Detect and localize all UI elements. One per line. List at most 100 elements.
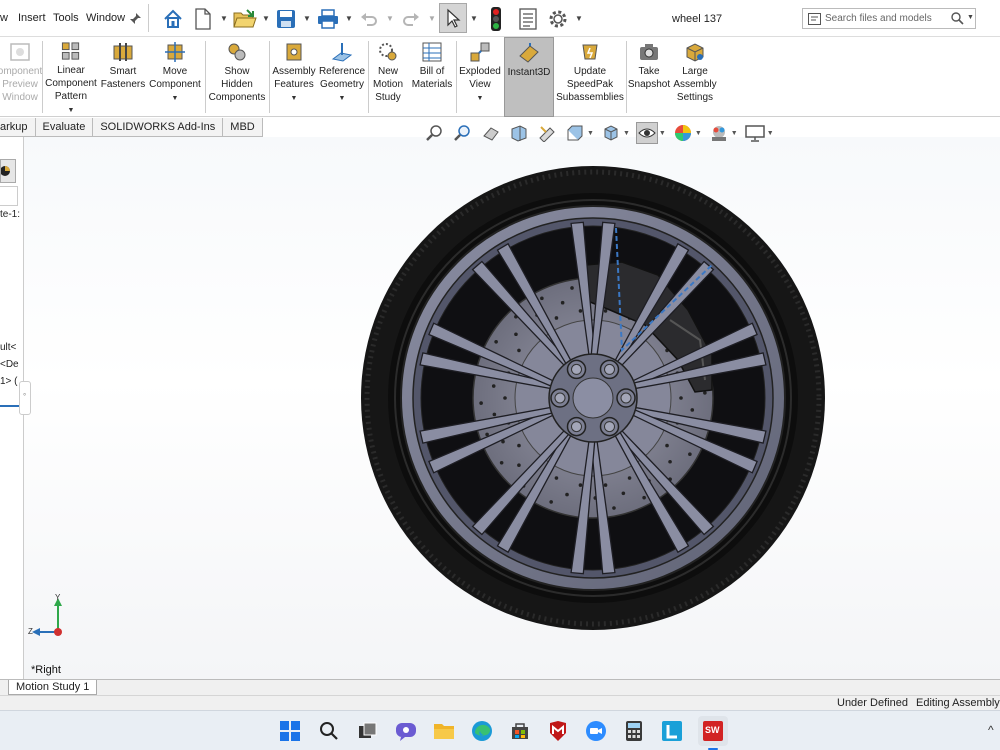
tab-evaluate[interactable]: Evaluate: [35, 118, 94, 137]
chevron-down-icon[interactable]: ▼: [172, 92, 179, 105]
tree-item[interactable]: 1> (: [0, 376, 18, 387]
brake-disc-hole: [603, 483, 608, 487]
brake-disc-hole: [578, 309, 583, 313]
store-icon[interactable]: [508, 719, 532, 743]
apply-scene-icon[interactable]: [708, 122, 730, 144]
brake-disc-hole: [517, 463, 521, 467]
menu-window[interactable]: Window: [86, 12, 125, 24]
menu-view-partial[interactable]: w: [0, 12, 8, 24]
instant3d-label: Instant3D: [507, 67, 551, 78]
search-icon[interactable]: [317, 719, 341, 743]
l-app-icon[interactable]: [660, 719, 684, 743]
brake-disc-hole: [554, 316, 559, 320]
take-snapshot-button[interactable]: Take Snapshot: [628, 37, 670, 117]
tab-mbd[interactable]: MBD: [223, 118, 263, 137]
triad-y-label: Y: [55, 594, 61, 602]
show-hidden-components-button[interactable]: Show Hidden Components: [207, 37, 267, 117]
calculator-icon[interactable]: [622, 719, 646, 743]
brake-disc-hole: [492, 412, 497, 417]
solidworks-window: w Insert Tools Window ▼ ▼ ▼ ▼ ▼ ▼ ▼ ▼ wh…: [0, 0, 1000, 750]
zoom-area-icon[interactable]: [452, 122, 474, 144]
assembly-features-button[interactable]: Assembly Features ▼: [271, 37, 317, 117]
brake-disc-hole: [517, 348, 521, 353]
tab-solidworks-add-ins[interactable]: SOLIDWORKS Add-Ins: [93, 118, 224, 137]
move-component-button[interactable]: Move Component ▼: [148, 37, 202, 117]
windows-start-icon[interactable]: [278, 719, 302, 743]
brake-disc-hole: [479, 401, 483, 405]
update-speedpak-button[interactable]: Update SpeedPak Subassemblies: [556, 37, 624, 117]
chevron-down-icon[interactable]: ▼: [339, 92, 346, 105]
exploded-view-button[interactable]: Exploded View ▼: [458, 37, 502, 117]
motion-study-tabs: Motion Study 1: [0, 679, 1000, 695]
linear-component-pattern-button[interactable]: Linear Component Pattern ▼: [44, 37, 98, 117]
wheel-model[interactable]: [340, 150, 850, 650]
solidworks-icon[interactable]: SW: [698, 716, 728, 746]
brake-disc-hole: [668, 459, 672, 464]
status-mode: Editing Assembly: [916, 697, 1000, 709]
lug-nut-center: [571, 421, 582, 433]
brake-disc-hole: [517, 443, 521, 448]
brake-disc-hole: [565, 492, 569, 497]
large-assembly-settings-button[interactable]: Large Assembly Settings: [672, 37, 718, 117]
chevron-up-icon[interactable]: ^: [988, 723, 994, 737]
exploded-view-label: Exploded View: [459, 66, 501, 90]
options-gear-icon[interactable]: [546, 5, 570, 32]
print-icon[interactable]: [316, 5, 340, 32]
edit-appearance-icon[interactable]: [672, 122, 694, 144]
brake-disc-hole: [621, 491, 626, 496]
home-icon[interactable]: [160, 5, 186, 32]
view-settings-icon[interactable]: [744, 122, 766, 144]
search-dropdown-icon[interactable]: ▼: [967, 14, 974, 21]
bill-of-materials-button[interactable]: Bill of Materials: [410, 37, 454, 117]
smart-fasteners-icon: [113, 43, 133, 61]
view-orientation-icon[interactable]: [564, 122, 586, 144]
open-icon[interactable]: [232, 5, 258, 32]
new-motion-study-button[interactable]: New Motion Study: [370, 37, 406, 117]
component-preview-window-button[interactable]: omponent Preview Window: [0, 37, 42, 117]
panel-expander[interactable]: °: [19, 381, 31, 415]
instant3d-button[interactable]: Instant3D: [504, 37, 554, 117]
zoom-icon[interactable]: [584, 719, 608, 743]
display-manager-tab[interactable]: [0, 159, 16, 183]
select-arrow-icon[interactable]: [439, 3, 467, 33]
reference-geometry-button[interactable]: Reference Geometry ▼: [319, 37, 365, 117]
file-explorer-icon[interactable]: [432, 719, 456, 743]
zoom-to-fit-icon[interactable]: [424, 122, 446, 144]
tree-item[interactable]: <De: [0, 359, 19, 370]
section-view-icon[interactable]: [508, 122, 530, 144]
tree-item[interactable]: te-1:: [0, 209, 20, 220]
search-input[interactable]: Search files and models: [825, 13, 932, 24]
pin-icon[interactable]: [128, 5, 142, 32]
search-scope-icon: [808, 13, 821, 28]
reference-geometry-icon: [331, 43, 353, 62]
dynamic-annotation-icon[interactable]: [536, 122, 558, 144]
brake-disc-hole: [499, 460, 504, 465]
hide-show-icon[interactable]: [635, 122, 658, 144]
view-orientation-label: *Right: [31, 664, 61, 676]
chevron-down-icon[interactable]: ▼: [68, 104, 75, 117]
previous-view-icon[interactable]: [480, 122, 502, 144]
menu-tools[interactable]: Tools: [53, 12, 79, 24]
search-icon[interactable]: [951, 12, 964, 28]
traffic-light-icon[interactable]: [486, 5, 506, 32]
document-title: wheel 137: [672, 13, 723, 25]
chevron-down-icon[interactable]: ▼: [477, 92, 484, 105]
move-component-label: Move Component: [149, 66, 201, 90]
menu-insert[interactable]: Insert: [18, 12, 46, 24]
file-properties-icon[interactable]: [516, 5, 540, 32]
smart-fasteners-button[interactable]: Smart Fasteners: [100, 37, 146, 117]
chevron-down-icon[interactable]: ▼: [291, 92, 298, 105]
display-style-icon[interactable]: [600, 122, 622, 144]
tab-motion-study-1[interactable]: Motion Study 1: [8, 680, 98, 695]
redo-icon[interactable]: [400, 5, 422, 32]
edge-icon[interactable]: [470, 719, 494, 743]
save-icon[interactable]: [274, 5, 298, 32]
tab-markup[interactable]: arkup: [0, 118, 36, 137]
new-document-icon[interactable]: [192, 5, 214, 32]
undo-icon[interactable]: [358, 5, 380, 32]
search-field[interactable]: Search files and models ▼: [802, 8, 976, 29]
task-view-icon[interactable]: [356, 719, 380, 743]
mcafee-icon[interactable]: [546, 719, 570, 743]
chat-icon[interactable]: [394, 719, 418, 743]
tree-item[interactable]: ult<: [0, 342, 16, 353]
